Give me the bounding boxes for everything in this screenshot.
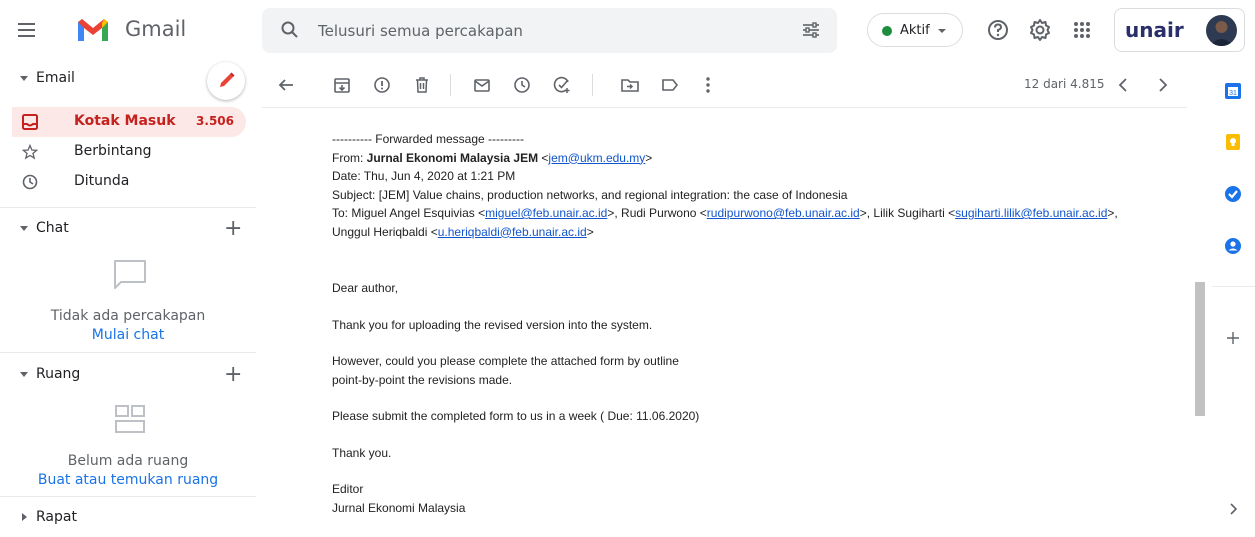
avatar[interactable] <box>1206 15 1237 46</box>
sidebar-item-starred[interactable]: Berbintang <box>12 137 246 167</box>
add-task-icon[interactable] <box>552 75 572 95</box>
clock-icon <box>22 174 38 190</box>
search-input[interactable]: Telusuri semua percakapan <box>318 22 523 40</box>
message-body: ---------- Forwarded message --------- F… <box>332 130 1182 517</box>
add-addon-icon[interactable] <box>1223 328 1243 348</box>
start-chat-link[interactable]: Mulai chat <box>0 327 256 343</box>
date-line: Date: Thu, Jun 4, 2020 at 1:21 PM <box>332 169 516 183</box>
toolbar-divider <box>592 74 593 96</box>
sidebar-item-label: Kotak Masuk <box>74 113 176 129</box>
sidebar-item-label: Ditunda <box>74 173 130 189</box>
find-room-link[interactable]: Buat atau temukan ruang <box>0 472 256 488</box>
paragraph: However, could you please complete the a… <box>332 354 679 368</box>
divider <box>0 352 256 353</box>
sidebar-item-snoozed[interactable]: Ditunda <box>12 167 246 197</box>
apps-grid-icon[interactable] <box>1069 17 1095 43</box>
archive-icon[interactable] <box>332 75 352 95</box>
message-toolbar: 12 dari 4.815 <box>262 62 1187 108</box>
help-icon[interactable] <box>985 17 1011 43</box>
rooms-section-header[interactable]: Ruang + <box>0 362 256 390</box>
paragraph: point-by-point the revisions made. <box>332 372 513 387</box>
recipient-email-link[interactable]: u.heriqbaldi@feb.unair.ac.id <box>438 225 587 239</box>
add-chat-button[interactable]: + <box>224 216 242 241</box>
rooms-empty-state: Belum ada ruang Buat atau temukan ruang <box>0 453 256 488</box>
chevron-down-icon <box>938 29 946 33</box>
paragraph: Please submit the completed form to us i… <box>332 409 700 423</box>
recipient-email-link[interactable]: rudipurwono@feb.unair.ac.id <box>707 206 860 220</box>
search-options-icon[interactable] <box>801 20 821 40</box>
sidebar-item-label: Berbintang <box>74 143 152 159</box>
chat-empty-message: Tidak ada percakapan <box>50 308 206 324</box>
closing: Thank you. <box>332 445 392 460</box>
more-vert-icon[interactable] <box>698 75 718 95</box>
divider <box>1212 286 1255 287</box>
status-label: Aktif <box>900 23 930 38</box>
recipient-email-link[interactable]: sugiharti.lilik@feb.unair.ac.id <box>955 206 1107 220</box>
paragraph: Thank you for uploading the revised vers… <box>332 317 653 332</box>
label-icon[interactable] <box>660 75 680 95</box>
search-icon[interactable] <box>280 20 300 40</box>
chevron-right-icon[interactable] <box>1152 75 1172 95</box>
from-line: From: Jurnal Ekonomi Malaysia JEM <jem@u… <box>332 150 653 165</box>
report-spam-icon[interactable] <box>372 75 392 95</box>
chevron-left-icon[interactable] <box>1114 75 1134 95</box>
pagination-text: 12 dari 4.815 <box>1024 77 1105 91</box>
top-bar: Gmail Telusuri semua percakapan Aktif un… <box>0 0 1255 62</box>
sender-name: Jurnal Ekonomi Malaysia JEM <box>366 150 539 165</box>
signature-title: Editor <box>332 482 364 496</box>
rooms-empty-message: Belum ada ruang <box>67 453 189 469</box>
rooms-icon <box>115 405 145 433</box>
expand-panel-icon[interactable] <box>1223 499 1243 519</box>
organization-logo: unair <box>1125 18 1184 42</box>
sender-email-link[interactable]: jem@ukm.edu.my <box>548 151 645 165</box>
gmail-logo[interactable] <box>76 17 110 43</box>
compose-button[interactable] <box>207 62 245 100</box>
pencil-icon <box>220 72 235 87</box>
forwarded-header: ---------- Forwarded message --------- <box>332 132 524 146</box>
gear-icon[interactable] <box>1027 17 1053 43</box>
divider <box>0 207 256 208</box>
chat-bubble-icon <box>114 260 146 289</box>
keep-icon[interactable] <box>1223 132 1243 152</box>
svg-text:31: 31 <box>1229 90 1237 97</box>
unread-count: 3.506 <box>196 114 234 128</box>
chevron-down-icon[interactable] <box>20 372 28 377</box>
signature-org: Jurnal Ekonomi Malaysia <box>332 500 466 515</box>
divider <box>0 496 256 497</box>
tasks-icon[interactable] <box>1223 184 1243 204</box>
chat-section-header[interactable]: Chat + <box>0 216 256 244</box>
sidebar: Email Kotak Masuk 3.506 Berbintang Ditun… <box>0 62 256 537</box>
side-panel-rail: 31 <box>1212 62 1255 537</box>
add-room-button[interactable]: + <box>224 362 242 387</box>
main-menu-icon[interactable] <box>12 16 40 44</box>
app-name: Gmail <box>125 17 187 41</box>
contacts-icon[interactable] <box>1223 236 1243 256</box>
greeting: Dear author, <box>332 281 399 295</box>
subject-line: Subject: [JEM] Value chains, production … <box>332 187 848 202</box>
chevron-right-icon[interactable] <box>22 513 27 521</box>
account-switcher[interactable]: unair <box>1114 8 1245 52</box>
scrollbar-thumb[interactable] <box>1195 282 1205 416</box>
meet-section-header[interactable]: Rapat <box>0 509 256 533</box>
star-icon <box>22 144 38 160</box>
search-bar[interactable]: Telusuri semua percakapan <box>262 8 837 53</box>
sidebar-item-inbox[interactable]: Kotak Masuk 3.506 <box>12 107 246 137</box>
snooze-clock-icon[interactable] <box>512 75 532 95</box>
inbox-icon <box>22 114 38 130</box>
status-dot <box>882 26 892 36</box>
calendar-icon[interactable]: 31 <box>1223 81 1243 101</box>
mark-unread-icon[interactable] <box>472 75 492 95</box>
chevron-down-icon[interactable] <box>20 226 28 231</box>
toolbar-divider <box>450 74 451 96</box>
status-selector[interactable]: Aktif <box>867 13 963 47</box>
chat-empty-state: Tidak ada percakapan Mulai chat <box>0 308 256 343</box>
trash-icon[interactable] <box>412 75 432 95</box>
recipient-email-link[interactable]: miguel@feb.unair.ac.id <box>485 206 607 220</box>
back-arrow-icon[interactable] <box>276 75 296 95</box>
to-line: To: Miguel Angel Esquivias <miguel@feb.u… <box>332 206 1118 239</box>
chevron-down-icon[interactable] <box>20 76 28 81</box>
move-to-icon[interactable] <box>620 75 640 95</box>
